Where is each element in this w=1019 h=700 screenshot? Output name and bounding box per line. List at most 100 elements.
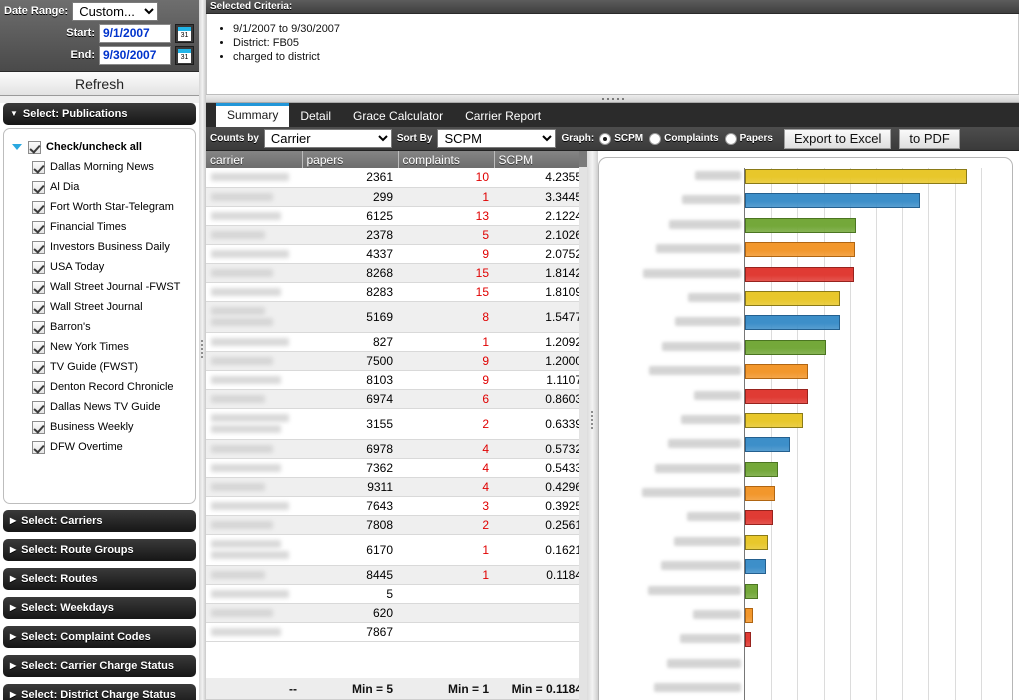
publication-item[interactable]: USA Today <box>12 257 195 277</box>
table-row[interactable]: 697460.8603 <box>206 389 586 408</box>
chart-bar[interactable] <box>745 315 840 330</box>
table-scroll-region[interactable]: 2361104.235529913.34456125132.1224237852… <box>206 168 586 677</box>
start-date-input[interactable] <box>99 24 171 43</box>
chart-bar[interactable] <box>745 632 751 647</box>
publication-checkbox[interactable] <box>32 281 45 294</box>
chart-bar[interactable] <box>745 462 778 477</box>
tab-carrier-report[interactable]: Carrier Report <box>454 105 552 127</box>
chart-bar[interactable] <box>745 193 920 208</box>
table-row[interactable]: 7867 <box>206 622 586 641</box>
chart-bar[interactable] <box>745 389 808 404</box>
table-row[interactable]: 29913.3445 <box>206 187 586 206</box>
table-row[interactable]: 736240.5433 <box>206 458 586 477</box>
table-row[interactable]: 810391.1107 <box>206 370 586 389</box>
chart-bar[interactable] <box>745 364 808 379</box>
publication-item[interactable]: DFW Overtime <box>12 437 195 457</box>
publication-checkbox[interactable] <box>32 441 45 454</box>
publication-item[interactable]: Denton Record Chronicle <box>12 377 195 397</box>
publication-checkbox[interactable] <box>32 261 45 274</box>
chart-bar[interactable] <box>745 535 768 550</box>
chart-bar[interactable] <box>745 169 967 184</box>
sidebar-section-weekdays[interactable]: ▶Select: Weekdays <box>3 597 196 619</box>
chart-bar[interactable] <box>745 486 775 501</box>
sidebar-section-complaint-codes[interactable]: ▶Select: Complaint Codes <box>3 626 196 648</box>
publication-item[interactable]: Dallas News TV Guide <box>12 397 195 417</box>
sidebar-section-publications[interactable]: ▼ Select: Publications <box>3 103 196 125</box>
table-row[interactable]: 82711.2092 <box>206 332 586 351</box>
publication-item[interactable]: New York Times <box>12 337 195 357</box>
publication-checkbox[interactable] <box>32 161 45 174</box>
check-uncheck-all-row[interactable]: Check/uncheck all <box>12 137 195 157</box>
tab-grace-calculator[interactable]: Grace Calculator <box>342 105 454 127</box>
date-range-select[interactable]: Custom...TodayYesterdayThis WeekThis Mon… <box>72 2 158 21</box>
publication-checkbox[interactable] <box>32 381 45 394</box>
table-row[interactable]: 8283151.8109 <box>206 282 586 301</box>
publication-checkbox[interactable] <box>32 341 45 354</box>
chart-bar[interactable] <box>745 559 766 574</box>
publication-item[interactable]: Fort Worth Star-Telegram <box>12 197 195 217</box>
tab-detail[interactable]: Detail <box>289 105 342 127</box>
publication-checkbox[interactable] <box>32 201 45 214</box>
table-chart-splitter[interactable] <box>587 151 598 700</box>
table-row[interactable]: 620 <box>206 603 586 622</box>
sidebar-section-carriers[interactable]: ▶Select: Carriers <box>3 510 196 532</box>
table-row[interactable]: 237852.1026 <box>206 225 586 244</box>
radio-button[interactable] <box>599 133 611 145</box>
column-header-scpm[interactable]: SCPM <box>494 151 587 168</box>
publication-checkbox[interactable] <box>32 361 45 374</box>
chart-bar[interactable] <box>745 437 790 452</box>
radio-button[interactable] <box>649 133 661 145</box>
publication-item[interactable]: Wall Street Journal <box>12 297 195 317</box>
end-date-input[interactable] <box>99 46 171 65</box>
column-header-carrier[interactable]: carrier <box>206 151 302 168</box>
table-row[interactable]: 844510.1184 <box>206 565 586 584</box>
publication-item[interactable]: Al Dia <box>12 177 195 197</box>
publication-checkbox[interactable] <box>32 181 45 194</box>
publication-item[interactable]: Wall Street Journal -FWST <box>12 277 195 297</box>
refresh-button[interactable]: Refresh <box>0 72 199 96</box>
calendar-icon-end[interactable] <box>175 46 194 65</box>
publication-item[interactable]: Business Weekly <box>12 417 195 437</box>
chart-bar[interactable] <box>745 267 854 282</box>
tab-summary[interactable]: Summary <box>216 103 289 127</box>
graph-radio-scpm[interactable]: SCPM <box>599 133 643 145</box>
graph-radio-papers[interactable]: Papers <box>725 133 773 145</box>
sort-by-select[interactable]: SCPMcarrierpaperscomplaints <box>437 129 556 148</box>
chart-bar[interactable] <box>745 584 758 599</box>
column-header-complaints[interactable]: complaints <box>398 151 494 168</box>
sidebar-section-route-groups[interactable]: ▶Select: Route Groups <box>3 539 196 561</box>
publication-item[interactable]: Dallas Morning News <box>12 157 195 177</box>
radio-button[interactable] <box>725 133 737 145</box>
table-row[interactable]: 764330.3925 <box>206 496 586 515</box>
column-header-papers[interactable]: papers <box>302 151 398 168</box>
calendar-icon-start[interactable] <box>175 24 194 43</box>
publication-item[interactable]: Investors Business Daily <box>12 237 195 257</box>
table-row[interactable]: 617010.1621 <box>206 534 586 565</box>
sidebar-section-routes[interactable]: ▶Select: Routes <box>3 568 196 590</box>
publication-checkbox[interactable] <box>32 401 45 414</box>
publication-checkbox[interactable] <box>32 221 45 234</box>
export-to-excel-button[interactable]: Export to Excel <box>784 129 891 149</box>
check-uncheck-all-checkbox[interactable] <box>28 141 41 154</box>
table-row[interactable]: 5 <box>206 584 586 603</box>
graph-radio-complaints[interactable]: Complaints <box>649 133 718 145</box>
counts-by-select[interactable]: CarrierRoutePublicationDistrict <box>264 129 392 148</box>
export-to-pdf-button[interactable]: to PDF <box>899 129 959 149</box>
publication-item[interactable]: Barron's <box>12 317 195 337</box>
table-row[interactable]: 6125132.1224 <box>206 206 586 225</box>
table-row[interactable]: 516981.5477 <box>206 301 586 332</box>
table-row[interactable]: 315520.6339 <box>206 408 586 439</box>
table-row[interactable]: 780820.2561 <box>206 515 586 534</box>
table-row[interactable]: 2361104.2355 <box>206 168 586 187</box>
table-row[interactable]: 931140.4296 <box>206 477 586 496</box>
chart-bar[interactable] <box>745 340 826 355</box>
table-row[interactable]: 697840.5732 <box>206 439 586 458</box>
chart-bar[interactable] <box>745 242 855 257</box>
chart-bar[interactable] <box>745 218 856 233</box>
expand-triangle-icon[interactable] <box>12 144 22 150</box>
table-row[interactable]: 8268151.8142 <box>206 263 586 282</box>
sidebar-section-district-charge-status[interactable]: ▶Select: District Charge Status <box>3 684 196 700</box>
chart-bar[interactable] <box>745 608 753 623</box>
publication-checkbox[interactable] <box>32 421 45 434</box>
chart-bar[interactable] <box>745 291 840 306</box>
